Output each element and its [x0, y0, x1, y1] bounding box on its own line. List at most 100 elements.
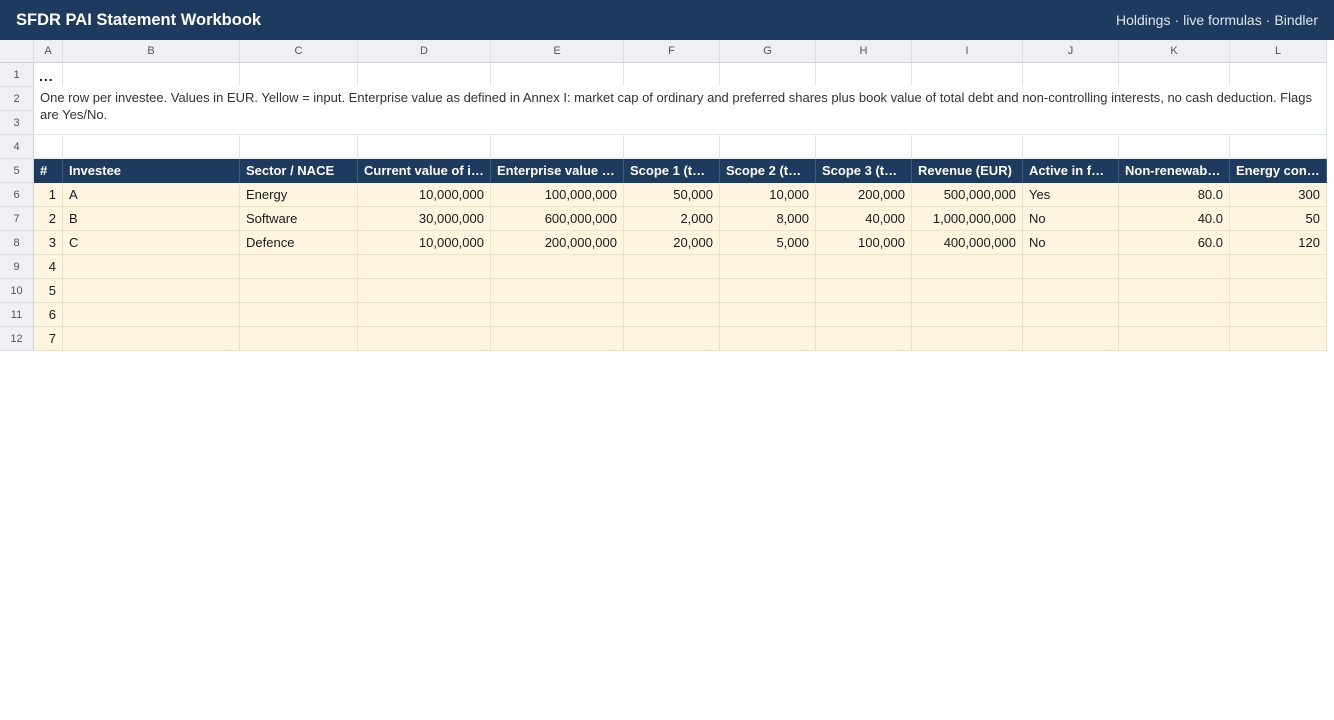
input-cell[interactable]: Yes — [1023, 183, 1119, 207]
input-cell[interactable] — [1119, 255, 1230, 279]
column-header-h[interactable]: H — [816, 40, 912, 63]
input-cell[interactable] — [720, 279, 816, 303]
column-header-a[interactable]: A — [34, 40, 63, 63]
cell[interactable] — [1230, 63, 1327, 87]
table-header-2[interactable]: Investee — [63, 159, 240, 183]
input-cell[interactable]: 400,000,000 — [912, 231, 1023, 255]
input-cell[interactable] — [491, 255, 624, 279]
column-header-g[interactable]: G — [720, 40, 816, 63]
input-cell[interactable]: 10,000,000 — [358, 183, 491, 207]
input-cell[interactable]: 20,000 — [624, 231, 720, 255]
input-cell[interactable] — [912, 255, 1023, 279]
column-header-i[interactable]: I — [912, 40, 1023, 63]
input-cell[interactable]: 200,000 — [816, 183, 912, 207]
input-cell[interactable] — [358, 327, 491, 351]
input-cell[interactable]: 10,000 — [720, 183, 816, 207]
input-cell[interactable] — [720, 327, 816, 351]
row1-ellipsis[interactable]: ... — [34, 63, 63, 87]
input-cell[interactable] — [491, 279, 624, 303]
input-cell[interactable] — [1230, 255, 1327, 279]
input-cell[interactable] — [1230, 279, 1327, 303]
row-index-cell[interactable]: 7 — [34, 327, 63, 351]
input-cell[interactable] — [63, 303, 240, 327]
input-cell[interactable]: Energy — [240, 183, 358, 207]
input-cell[interactable]: 500,000,000 — [912, 183, 1023, 207]
row-header-6[interactable]: 6 — [0, 183, 34, 207]
row-header-5[interactable]: 5 — [0, 159, 34, 183]
cell[interactable] — [1023, 135, 1119, 159]
cell[interactable] — [1023, 63, 1119, 87]
table-header-11[interactable]: Non-renewabl… — [1119, 159, 1230, 183]
cell[interactable] — [240, 135, 358, 159]
row-index-cell[interactable]: 2 — [34, 207, 63, 231]
cell[interactable] — [491, 63, 624, 87]
input-cell[interactable] — [63, 327, 240, 351]
cell[interactable] — [240, 63, 358, 87]
row-index-cell[interactable]: 5 — [34, 279, 63, 303]
input-cell[interactable] — [491, 303, 624, 327]
input-cell[interactable] — [816, 255, 912, 279]
table-header-12[interactable]: Energy con… — [1230, 159, 1327, 183]
row-header-2[interactable]: 2 — [0, 87, 34, 111]
cell[interactable] — [816, 63, 912, 87]
column-header-d[interactable]: D — [358, 40, 491, 63]
cell[interactable] — [491, 135, 624, 159]
cell[interactable] — [720, 135, 816, 159]
input-cell[interactable] — [720, 255, 816, 279]
cell[interactable] — [358, 135, 491, 159]
row-header-4[interactable]: 4 — [0, 135, 34, 159]
cell[interactable] — [816, 135, 912, 159]
input-cell[interactable] — [358, 255, 491, 279]
row-index-cell[interactable]: 1 — [34, 183, 63, 207]
row-header-10[interactable]: 10 — [0, 279, 34, 303]
user-name[interactable]: Bindler — [1274, 12, 1318, 28]
table-header-3[interactable]: Sector / NACE — [240, 159, 358, 183]
spreadsheet-grid[interactable]: A B C D E F G H I J K L 1 2 3 4 5 6 7 8 9 10 11 12... One row pe… — [0, 40, 1334, 351]
input-cell[interactable]: 600,000,000 — [491, 207, 624, 231]
row-header-3[interactable]: 3 — [0, 111, 34, 135]
row-header-7[interactable]: 7 — [0, 207, 34, 231]
live-formulas-indicator[interactable]: live formulas — [1183, 12, 1262, 28]
input-cell[interactable] — [912, 327, 1023, 351]
input-cell[interactable] — [240, 279, 358, 303]
table-header-6[interactable]: Scope 1 (tC… — [624, 159, 720, 183]
input-cell[interactable]: 10,000,000 — [358, 231, 491, 255]
input-cell[interactable] — [1023, 255, 1119, 279]
input-cell[interactable] — [63, 255, 240, 279]
input-cell[interactable] — [240, 303, 358, 327]
input-cell[interactable] — [1230, 327, 1327, 351]
input-cell[interactable] — [1023, 279, 1119, 303]
input-cell[interactable]: 50 — [1230, 207, 1327, 231]
input-cell[interactable] — [240, 327, 358, 351]
cell[interactable] — [624, 135, 720, 159]
table-header-10[interactable]: Active in fo… — [1023, 159, 1119, 183]
cell[interactable] — [358, 63, 491, 87]
cell[interactable] — [34, 135, 63, 159]
input-cell[interactable]: 100,000,000 — [491, 183, 624, 207]
input-cell[interactable] — [720, 303, 816, 327]
input-cell[interactable]: No — [1023, 231, 1119, 255]
input-cell[interactable]: 1,000,000,000 — [912, 207, 1023, 231]
input-cell[interactable]: No — [1023, 207, 1119, 231]
input-cell[interactable] — [358, 303, 491, 327]
select-all-corner[interactable] — [0, 40, 34, 63]
input-cell[interactable] — [624, 327, 720, 351]
table-header-7[interactable]: Scope 2 (tC… — [720, 159, 816, 183]
input-cell[interactable] — [624, 279, 720, 303]
input-cell[interactable] — [624, 255, 720, 279]
row-index-cell[interactable]: 6 — [34, 303, 63, 327]
input-cell[interactable]: 40.0 — [1119, 207, 1230, 231]
sheet-description-note[interactable]: One row per investee. Values in EUR. Yel… — [34, 86, 1327, 135]
input-cell[interactable] — [491, 327, 624, 351]
input-cell[interactable] — [1230, 303, 1327, 327]
input-cell[interactable] — [1119, 327, 1230, 351]
row-index-cell[interactable]: 3 — [34, 231, 63, 255]
table-header-4[interactable]: Current value of i… — [358, 159, 491, 183]
input-cell[interactable] — [816, 303, 912, 327]
holdings-link[interactable]: Holdings — [1116, 12, 1170, 28]
input-cell[interactable]: 40,000 — [816, 207, 912, 231]
input-cell[interactable] — [624, 303, 720, 327]
input-cell[interactable]: C — [63, 231, 240, 255]
row-index-cell[interactable]: 4 — [34, 255, 63, 279]
column-header-k[interactable]: K — [1119, 40, 1230, 63]
